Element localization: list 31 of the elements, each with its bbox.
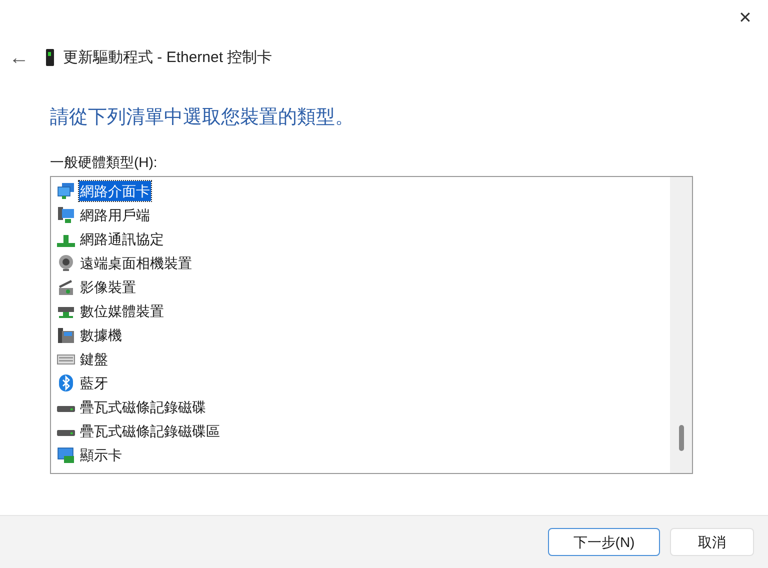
next-button[interactable]: 下一步(N) — [548, 528, 660, 556]
list-item[interactable]: 影像裝置 — [79, 277, 137, 297]
list-item[interactable]: 藍牙 — [79, 373, 109, 393]
monitors-icon — [57, 182, 75, 200]
webcam-icon — [57, 254, 75, 272]
list-item[interactable]: 網路用戶端 — [79, 205, 151, 225]
list-item[interactable]: 疊瓦式磁條記錄磁碟 — [79, 397, 207, 417]
list-item[interactable]: 遠端桌面相機裝置 — [79, 253, 193, 273]
cancel-button[interactable]: 取消 — [670, 528, 754, 556]
list-item[interactable]: 數位媒體裝置 — [79, 301, 165, 321]
list-item[interactable]: 數據機 — [79, 325, 123, 345]
list-item[interactable]: 網路介面卡 — [79, 181, 151, 201]
display-adapter-icon — [57, 446, 75, 464]
back-button[interactable]: ← — [9, 43, 29, 73]
list-item[interactable]: 顯示卡 — [79, 445, 123, 465]
list-item[interactable]: 疊瓦式磁條記錄磁碟區 — [79, 421, 221, 441]
page-heading: 請從下列清單中選取您裝置的類型。 — [50, 106, 355, 130]
phone-icon — [57, 326, 75, 344]
bluetooth-icon — [57, 374, 75, 392]
drive-icon — [57, 406, 75, 412]
window-title: 更新驅動程式 - Ethernet 控制卡 — [63, 48, 272, 68]
list-item[interactable]: 網路通訊協定 — [79, 229, 165, 249]
scanner-icon — [57, 278, 75, 296]
network-adapter-icon — [45, 49, 55, 67]
list-label: 一般硬體類型(H): — [50, 153, 158, 172]
list-item[interactable]: 鍵盤 — [79, 349, 109, 369]
close-button[interactable]: ✕ — [722, 0, 768, 38]
drive-icon — [57, 430, 75, 436]
scrollbar[interactable] — [670, 177, 692, 473]
network-plug-icon — [57, 235, 75, 247]
computer-icon — [57, 206, 75, 224]
